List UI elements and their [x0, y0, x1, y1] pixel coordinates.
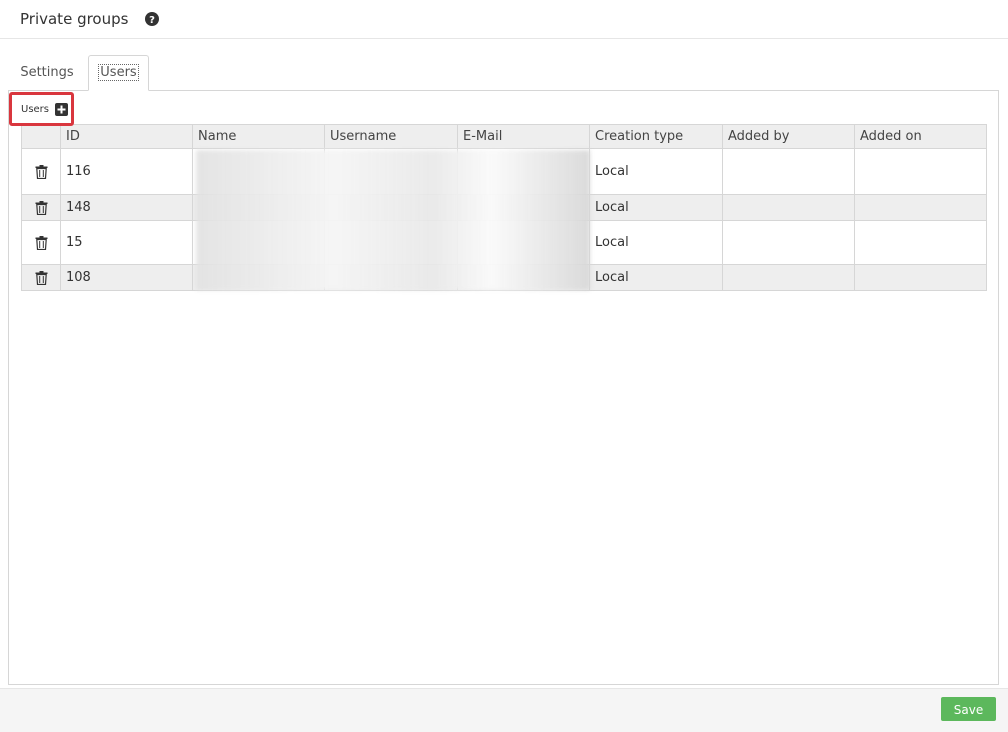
cell-added-by [723, 221, 855, 264]
trash-icon[interactable] [35, 235, 48, 250]
cell-id: 148 [61, 195, 193, 220]
page-header: Private groups ? [0, 0, 1008, 39]
cell-added-on [855, 195, 986, 220]
column-header-creation-type[interactable]: Creation type [590, 125, 723, 148]
column-header-id[interactable]: ID [61, 125, 193, 148]
cell-id: 116 [61, 149, 193, 194]
trash-icon[interactable] [35, 164, 48, 179]
cell-id: 15 [61, 221, 193, 264]
tab-settings-label: Settings [20, 65, 74, 80]
tab-settings[interactable]: Settings [9, 55, 85, 91]
cell-added-on [855, 149, 986, 194]
cell-creation-type: Local [590, 265, 723, 290]
column-header-email[interactable]: E-Mail [458, 125, 590, 148]
column-header-actions [22, 125, 61, 148]
column-header-added-on[interactable]: Added on [855, 125, 986, 148]
cell-id: 108 [61, 265, 193, 290]
column-header-name[interactable]: Name [193, 125, 325, 148]
users-section-header: Users [9, 92, 74, 126]
plus-square-icon[interactable] [55, 103, 68, 116]
redacted-region [196, 150, 590, 290]
page-title: Private groups [20, 10, 129, 28]
row-actions [22, 265, 61, 290]
tab-users[interactable]: Users [88, 55, 149, 91]
trash-icon[interactable] [35, 200, 48, 215]
tab-bar: Settings Users [9, 55, 999, 91]
table-header: ID Name Username E-Mail Creation type Ad… [22, 125, 986, 149]
cell-creation-type: Local [590, 195, 723, 220]
row-actions [22, 195, 61, 220]
row-actions [22, 149, 61, 194]
page-footer [0, 688, 1008, 732]
row-actions [22, 221, 61, 264]
question-circle-icon[interactable]: ? [145, 12, 159, 26]
users-section-label: Users [21, 104, 50, 115]
cell-added-by [723, 195, 855, 220]
column-header-username[interactable]: Username [325, 125, 458, 148]
cell-creation-type: Local [590, 149, 723, 194]
trash-icon[interactable] [35, 270, 48, 285]
cell-added-by [723, 149, 855, 194]
cell-added-on [855, 221, 986, 264]
tab-users-label: Users [98, 64, 139, 81]
svg-text:?: ? [149, 15, 155, 26]
cell-added-on [855, 265, 986, 290]
save-button[interactable]: Save [941, 697, 996, 721]
cell-creation-type: Local [590, 221, 723, 264]
cell-added-by [723, 265, 855, 290]
column-header-added-by[interactable]: Added by [723, 125, 855, 148]
